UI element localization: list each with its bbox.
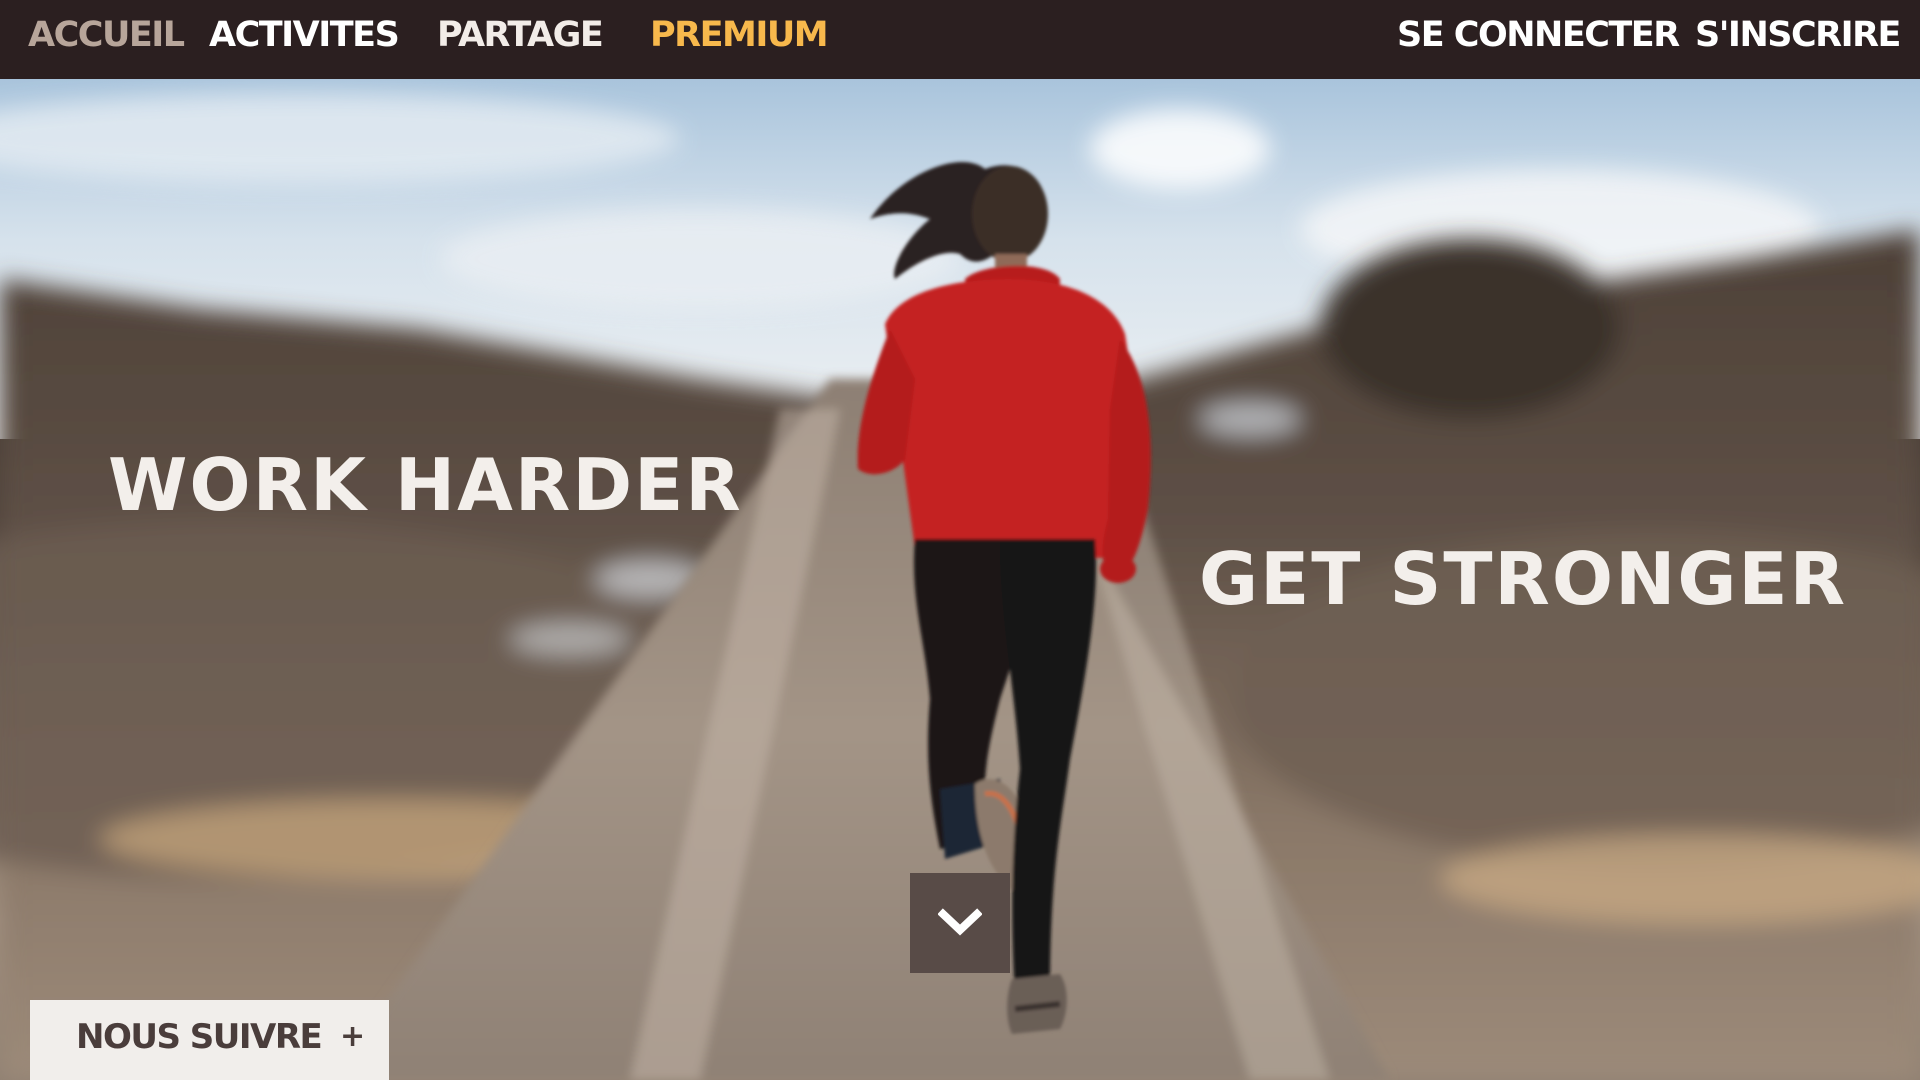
top-navbar: ACCUEIL ACTIVITES PARTAGE PREMIUM SE CON…: [0, 0, 1920, 79]
plus-icon: +: [340, 1019, 366, 1054]
nav-link-activites[interactable]: ACTIVITES: [209, 0, 400, 70]
nav-link-accueil[interactable]: ACCUEIL: [28, 0, 185, 70]
chevron-down-icon: [938, 908, 982, 936]
follow-us-label: NOUS SUIVRE: [76, 1017, 323, 1057]
login-link[interactable]: SE CONNECTER: [1397, 0, 1680, 70]
scroll-down-button[interactable]: [910, 873, 1010, 973]
hero-section: WORK HARDER GET STRONGER NOUS SUIVRE +: [0, 79, 1920, 1080]
nav-link-premium[interactable]: PREMIUM: [650, 0, 829, 70]
signup-link[interactable]: S'INSCRIRE: [1695, 0, 1901, 70]
hero-headline-left: WORK HARDER: [108, 443, 743, 527]
nav-link-partage[interactable]: PARTAGE: [437, 0, 604, 70]
hero-headline-right: GET STRONGER: [1199, 537, 1848, 621]
follow-us-button[interactable]: NOUS SUIVRE +: [30, 1000, 389, 1080]
